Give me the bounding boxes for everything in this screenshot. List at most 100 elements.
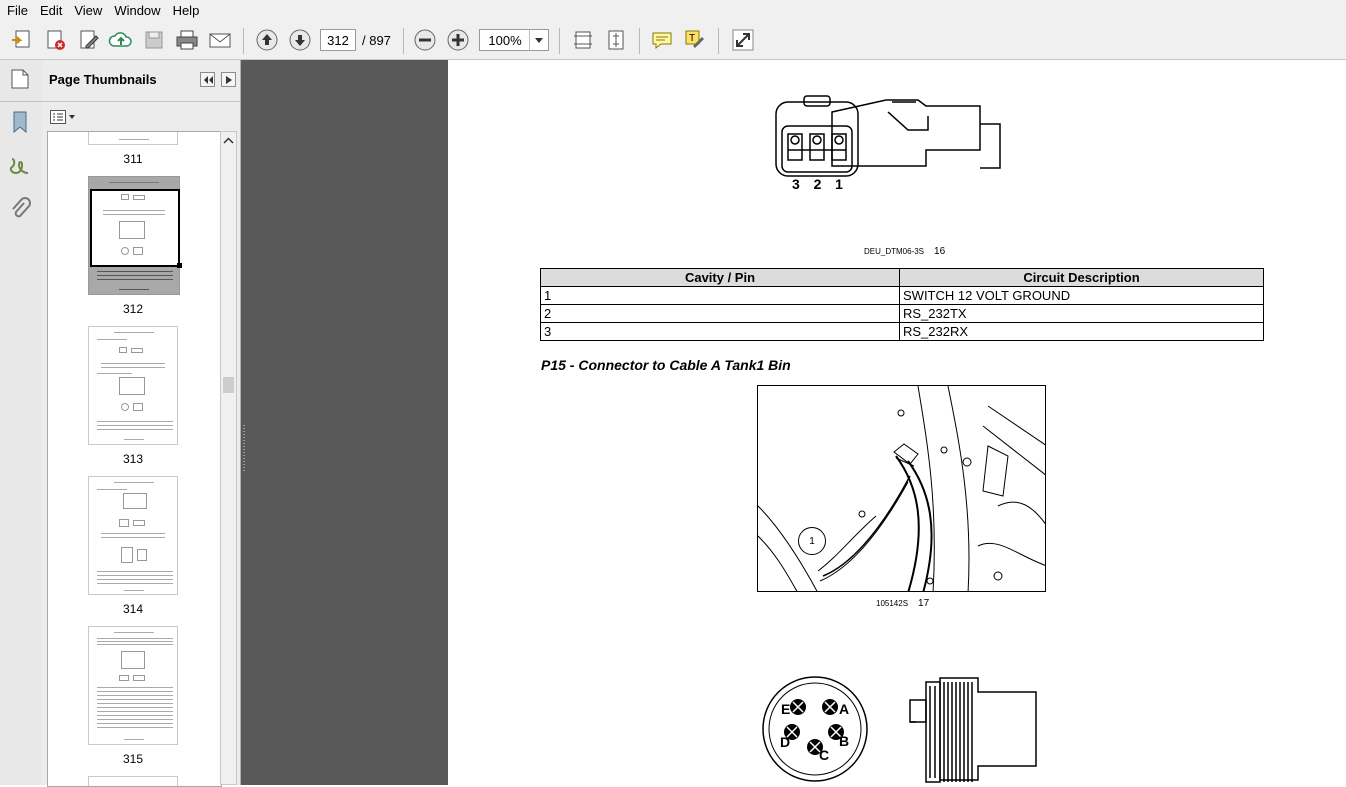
thumbnail-page-313[interactable] (88, 326, 178, 445)
scrollbar-thumb[interactable] (223, 377, 234, 393)
menu-edit[interactable]: Edit (34, 0, 68, 22)
pin-letter-b: B (839, 733, 850, 749)
double-chevron-left-icon (203, 75, 213, 84)
pin-letter-d: D (780, 734, 791, 750)
thumbnail-page-314[interactable] (88, 476, 178, 595)
pin-letter-a: A (839, 701, 850, 717)
menu-window[interactable]: Window (108, 0, 166, 22)
zoom-in-button[interactable] (443, 25, 473, 55)
connector-pin-numbers: 3 2 1 (792, 176, 845, 192)
plus-circle-icon (447, 29, 469, 51)
fit-width-icon (574, 31, 592, 49)
collapse-panel-button[interactable] (200, 72, 215, 87)
page-number-input[interactable] (320, 29, 356, 51)
thumbnail-page-next[interactable] (88, 776, 178, 786)
toolbar-separator (243, 28, 244, 54)
highlight-button[interactable]: T (680, 25, 710, 55)
toolbar-separator (718, 28, 719, 54)
next-page-button[interactable] (285, 25, 315, 55)
panel-menu-button[interactable] (221, 72, 236, 87)
zoom-out-button[interactable] (410, 25, 440, 55)
edit-button[interactable] (74, 25, 104, 55)
options-list-icon (50, 110, 66, 124)
open-icon (12, 30, 30, 48)
panel-title: Page Thumbnails (49, 72, 157, 87)
svg-text:T: T (689, 33, 695, 44)
thumbnails-panel: Page Thumbnails 311 312 313 314 315 (42, 60, 241, 787)
signatures-button[interactable] (8, 154, 32, 178)
column-header: Cavity / Pin (540, 268, 900, 287)
page-view-icon[interactable] (10, 68, 30, 93)
table-row: 3 RS_232RX (540, 322, 1264, 341)
signature-icon (9, 158, 29, 175)
printer-icon (176, 30, 198, 50)
document-page[interactable]: 3 2 1 DEU_DTM06-3S 16 Cavity / Pin Circui… (448, 60, 1346, 785)
figure-caption-16: DEU_DTM06-3S 16 (864, 246, 945, 257)
divider (0, 101, 42, 102)
toolbar-separator (559, 28, 560, 54)
fullscreen-button[interactable] (728, 25, 758, 55)
arrow-down-circle-icon (289, 29, 311, 51)
arrow-up-circle-icon (256, 29, 278, 51)
previous-page-button[interactable] (252, 25, 282, 55)
menu-bar: File Edit View Window Help (0, 0, 1346, 22)
connector-5-pin-drawing (762, 676, 1037, 783)
connector-location-illustration: 1 (757, 385, 1046, 592)
table-cell: RS_232TX (899, 304, 1264, 323)
zoom-select[interactable] (479, 29, 549, 51)
menu-file[interactable]: File (0, 0, 34, 22)
menu-help[interactable]: Help (167, 0, 206, 22)
save-icon (145, 31, 163, 49)
thumbnail-list[interactable]: 311 312 313 314 315 (47, 131, 222, 787)
thumbnail-label: 315 (122, 752, 144, 766)
table-header-row: Cavity / Pin Circuit Description (540, 268, 1264, 287)
highlighter-icon: T (685, 30, 704, 48)
create-pdf-icon (47, 30, 65, 50)
table-row: 2 RS_232TX (540, 304, 1264, 323)
thumbnail-page-311[interactable] (88, 132, 178, 145)
thumbnail-scrollbar[interactable] (220, 131, 237, 785)
navigation-strip (0, 60, 43, 785)
table-cell: RS_232RX (899, 322, 1264, 341)
print-button[interactable] (172, 25, 202, 55)
paperclip-icon (12, 197, 31, 218)
document-background (241, 60, 448, 785)
zoom-dropdown-button[interactable] (529, 30, 548, 50)
figure-caption-17: 105142S 17 (876, 598, 929, 609)
page-total: / 897 (362, 33, 391, 48)
attachments-button[interactable] (8, 197, 32, 221)
chevron-down-icon (535, 37, 543, 43)
table-cell: SWITCH 12 VOLT GROUND (899, 286, 1264, 305)
create-pdf-button[interactable] (40, 25, 70, 55)
minus-circle-icon (414, 29, 436, 51)
pin-letter-e: E (781, 701, 791, 717)
open-button[interactable] (6, 25, 36, 55)
zoom-input[interactable] (480, 30, 530, 50)
thumbnail-label: 311 (123, 152, 143, 166)
thumbnail-page-312[interactable] (88, 176, 182, 295)
envelope-icon (209, 33, 231, 48)
panel-header: Page Thumbnails (42, 60, 240, 102)
table-cell: 2 (540, 304, 900, 323)
bookmark-icon (13, 111, 27, 134)
callout-1: 1 (798, 527, 826, 555)
thumbnail-options-button[interactable] (50, 109, 76, 125)
upload-button[interactable] (106, 25, 136, 55)
section-title: P15 - Connector to Cable A Tank1 Bin (541, 357, 791, 373)
menu-view[interactable]: View (68, 0, 108, 22)
fit-page-button[interactable] (601, 25, 631, 55)
expand-icon (732, 29, 754, 51)
toolbar-separator (639, 28, 640, 54)
panel-resize-handle[interactable] (243, 425, 245, 471)
fit-width-button[interactable] (568, 25, 598, 55)
edit-pencil-icon (80, 30, 99, 49)
save-button[interactable] (139, 25, 169, 55)
thumbnail-label: 313 (122, 452, 144, 466)
comment-button[interactable] (647, 25, 677, 55)
chevron-down-icon (69, 115, 75, 119)
thumbnail-page-315[interactable] (88, 626, 178, 745)
thumbnail-label: 314 (122, 602, 144, 616)
email-button[interactable] (205, 25, 235, 55)
bookmarks-button[interactable] (8, 110, 32, 134)
scroll-up-icon (223, 137, 234, 144)
